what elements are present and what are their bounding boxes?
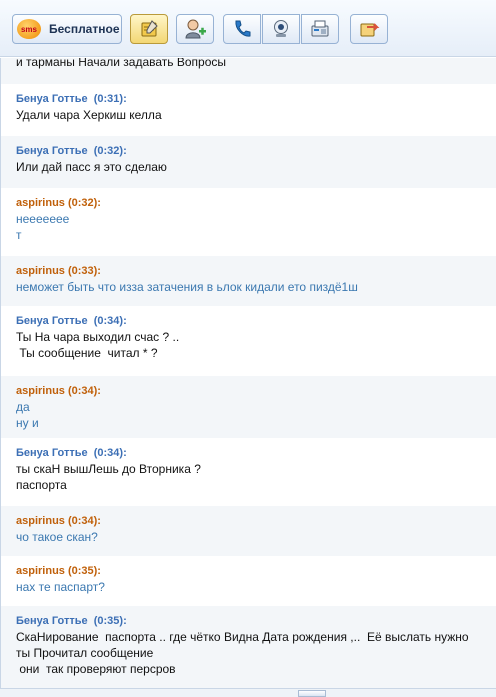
free-sms-label: Бесплатное: [49, 22, 120, 36]
message-time: (0:34):: [93, 447, 127, 459]
message-time: (0:35):: [93, 615, 127, 627]
message-author: Бенуа Готтье: [16, 615, 88, 627]
message-text: чо такое скан?: [16, 530, 98, 544]
chat-message: aspirinus (0:33): неможет быть что изза …: [1, 256, 496, 306]
message-header: Бенуа Готтье (0:32):: [16, 144, 496, 159]
message-header: Бенуа Готтье (0:34):: [16, 314, 496, 329]
message-time: (0:34):: [67, 385, 101, 397]
message-author: aspirinus: [16, 385, 65, 397]
message-author: Бенуа Готтье: [16, 93, 88, 105]
message-header: Бенуа Готтье (0:31):: [16, 92, 496, 107]
chat-message: Бенуа Готтье (0:31): Удали чара Херкиш к…: [1, 84, 496, 136]
message-text: и тарманы Начали задавать Вопросы: [16, 58, 227, 69]
message-text: Или дай пасс я это сделаю: [16, 160, 167, 174]
toolbar: sms Бесплатное: [0, 0, 496, 57]
message-header: aspirinus (0:35):: [16, 564, 496, 579]
message-text: неееееее: [16, 212, 70, 226]
chat-message: Бенуа Готтье (0:34): ты скаН вышЛешь до …: [1, 438, 496, 506]
chat-message: aspirinus (0:34): да ну и: [1, 376, 496, 438]
message-text: нах те паспарт?: [16, 580, 105, 594]
sms-icon: sms: [17, 19, 41, 39]
message-header: Бенуа Готтье (0:35):: [16, 614, 496, 629]
message-text: т: [16, 228, 22, 242]
message-text: Ты сообщение читал * ?: [16, 346, 158, 360]
message-author: aspirinus: [16, 197, 65, 209]
message-text: Удали чара Херкиш келла: [16, 108, 162, 122]
webcam-icon: [274, 20, 288, 37]
fax-button[interactable]: [301, 14, 339, 44]
message-time: (0:35):: [67, 565, 101, 577]
free-sms-button[interactable]: sms Бесплатное: [12, 14, 122, 44]
chat-message: Бенуа Готтье (0:32): Или дай пасс я это …: [1, 136, 496, 188]
notes-icon: [141, 20, 158, 37]
send-file-button[interactable]: [350, 14, 388, 44]
message-author: aspirinus: [16, 265, 65, 277]
message-time: (0:32):: [67, 197, 101, 209]
message-text: Ты На чара выходил счас ? ..: [16, 330, 180, 344]
message-time: (0:31):: [93, 93, 127, 105]
chat-history[interactable]: и тарманы Начали задавать Вопросы Бенуа …: [0, 58, 496, 688]
message-text: да: [16, 400, 30, 414]
message-author: aspirinus: [16, 565, 65, 577]
message-text: они так проверяют персров: [16, 662, 176, 676]
message-header: aspirinus (0:32):: [16, 196, 496, 211]
message-time: (0:34):: [67, 515, 101, 527]
message-header: aspirinus (0:34):: [16, 514, 496, 529]
chat-message: aspirinus (0:34): чо такое скан?: [1, 506, 496, 556]
message-author: Бенуа Готтье: [16, 145, 88, 157]
phone-icon: [235, 20, 251, 37]
add-contact-button[interactable]: [176, 14, 214, 44]
notes-button[interactable]: [130, 14, 168, 44]
chat-message: aspirinus (0:35): нах те паспарт?: [1, 556, 496, 606]
message-author: Бенуа Готтье: [16, 315, 88, 327]
chat-message: aspirinus (0:32): неееееее т: [1, 188, 496, 256]
message-author: Бенуа Готтье: [16, 447, 88, 459]
webcam-button[interactable]: [262, 14, 300, 44]
message-header: Бенуа Готтье (0:34):: [16, 446, 496, 461]
message-text: неможет быть что изза затачения в ьлок к…: [16, 280, 358, 294]
message-header: aspirinus (0:33):: [16, 264, 496, 279]
message-text: ты Прочитал сообщение: [16, 646, 154, 660]
message-text: паспорта: [16, 478, 67, 492]
chat-message: и тарманы Начали задавать Вопросы: [1, 58, 496, 84]
send-file-icon: [360, 23, 380, 37]
chat-message: Бенуа Готтье (0:35): СкаНирование паспор…: [1, 606, 496, 688]
message-time: (0:33):: [67, 265, 101, 277]
message-text: СкаНирование паспорта .. где чётко Видна…: [16, 630, 469, 644]
chat-message: Бенуа Готтье (0:34): Ты На чара выходил …: [1, 306, 496, 376]
message-text: ну и: [16, 416, 39, 430]
message-time: (0:34):: [93, 315, 127, 327]
message-time: (0:32):: [93, 145, 127, 157]
fax-icon: [311, 20, 329, 37]
call-button[interactable]: [223, 14, 261, 44]
message-author: aspirinus: [16, 515, 65, 527]
message-header: aspirinus (0:34):: [16, 384, 496, 399]
add-contact-icon: [185, 19, 206, 39]
message-text: ты скаН вышЛешь до Вторника ?: [16, 462, 201, 476]
